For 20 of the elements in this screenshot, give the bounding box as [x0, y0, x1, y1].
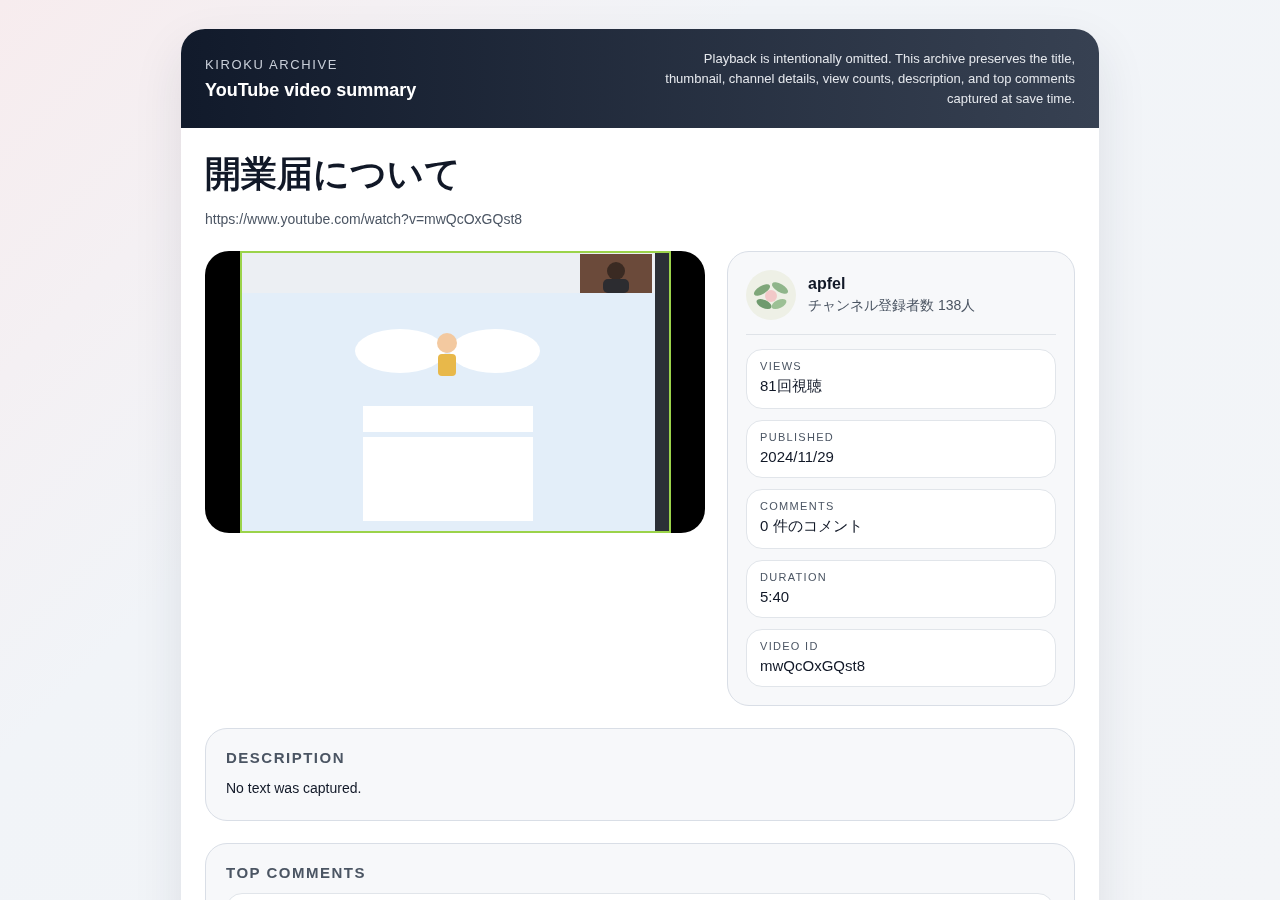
- stat-value: mwQcOxGQst8: [760, 657, 866, 674]
- stat-value: 2024/11/29: [760, 448, 835, 465]
- description-text: No text was captured.: [226, 780, 363, 796]
- channel-name: apfel: [808, 275, 847, 293]
- stat-label: VIEWS: [760, 360, 803, 372]
- stat-value: 0 件のコメント: [760, 517, 864, 536]
- section-heading: TOP COMMENTS: [226, 864, 367, 881]
- archive-note: Playback is intentionally omitted. This archive preserves the title, thumbnail, channel details, view counts, description, and top comments captured at save time.: [664, 50, 1075, 108]
- video-title: 開業届について: [205, 152, 462, 196]
- section-heading: DESCRIPTION: [226, 749, 346, 766]
- video-url: https://www.youtube.com/watch?v=mwQcOxGQst8: [205, 211, 524, 227]
- header-title: YouTube video summary: [205, 80, 417, 101]
- stat-label: VIDEO ID: [760, 640, 820, 652]
- stat-label: PUBLISHED: [760, 431, 836, 443]
- archive-label: KIROKU ARCHIVE: [205, 57, 339, 72]
- stat-label: COMMENTS: [760, 500, 836, 512]
- stat-value: 81回視聴: [760, 377, 823, 396]
- stat-label: DURATION: [760, 571, 829, 583]
- subscriber-count: チャンネル登録者数 138人: [808, 297, 976, 315]
- stat-value: 5:40: [760, 588, 791, 605]
